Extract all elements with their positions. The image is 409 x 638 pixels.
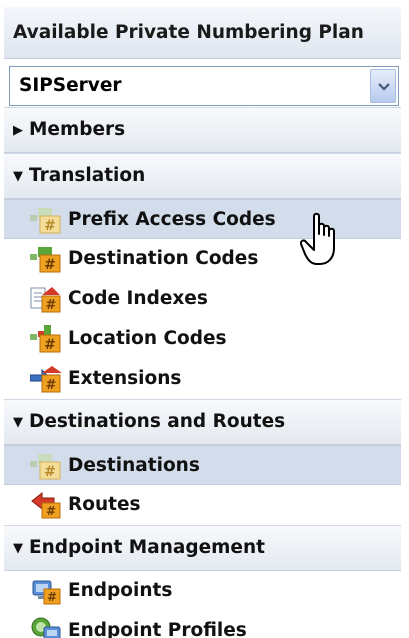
nav-item-location-codes[interactable]: # Location Codes: [4, 319, 401, 359]
destination-code-icon: #: [30, 247, 61, 273]
nav-item-label: Destinations: [68, 455, 200, 476]
extension-icon: #: [30, 366, 62, 393]
hand-cursor-icon: [300, 212, 335, 265]
destination-icon: #: [30, 454, 61, 480]
collapsed-arrow-icon: ▶: [13, 123, 23, 138]
nav-item-label: Endpoints: [68, 580, 173, 601]
panel-title: Available Private Numbering Plan: [4, 7, 401, 59]
nav-item-endpoints[interactable]: # Endpoints: [4, 571, 401, 611]
section-endpoint-management-label: Endpoint Management: [29, 537, 265, 558]
svg-text:#: #: [44, 257, 56, 273]
section-translation-label: Translation: [29, 165, 146, 186]
section-translation[interactable]: ▼ Translation: [4, 153, 401, 199]
section-endpoint-management[interactable]: ▼ Endpoint Management: [4, 525, 401, 571]
section-destinations-routes-label: Destinations and Routes: [29, 411, 286, 432]
nav-item-code-indexes[interactable]: # Code Indexes: [4, 279, 401, 319]
section-members-label: Members: [29, 119, 126, 140]
plan-select-value: SIPServer: [19, 75, 122, 96]
nav-item-routes[interactable]: # Routes: [4, 485, 401, 525]
section-destinations-routes[interactable]: ▼ Destinations and Routes: [4, 399, 401, 445]
expanded-arrow-icon: ▼: [13, 541, 23, 556]
endpoint-icon: #: [32, 580, 61, 605]
svg-text:#: #: [46, 298, 57, 313]
nav-item-label: Extensions: [68, 368, 182, 389]
prefix-code-icon: #: [30, 208, 61, 234]
code-index-icon: #: [30, 287, 61, 313]
nav-item-label: Endpoint Profiles: [68, 620, 247, 638]
nav-item-destinations[interactable]: # Destinations: [4, 445, 401, 485]
svg-text:#: #: [44, 337, 56, 353]
nav-item-label: Location Codes: [68, 328, 227, 349]
section-members[interactable]: ▶ Members: [4, 107, 401, 153]
numbering-plan-panel: Available Private Numbering Plan SIPServ…: [0, 0, 409, 638]
nav-item-label: Code Indexes: [68, 288, 208, 309]
svg-text:#: #: [44, 464, 56, 480]
nav-item-endpoint-profiles[interactable]: Endpoint Profiles: [4, 611, 401, 638]
endpoint-profile-icon: [31, 617, 61, 638]
chevron-down-icon[interactable]: [370, 69, 396, 103]
svg-text:#: #: [47, 590, 57, 604]
expanded-arrow-icon: ▼: [13, 415, 23, 430]
nav-item-label: Prefix Access Codes: [68, 209, 276, 230]
svg-text:#: #: [46, 504, 56, 518]
nav-item-label: Destination Codes: [68, 248, 259, 269]
expanded-arrow-icon: ▼: [13, 169, 23, 184]
location-code-icon: #: [30, 325, 61, 353]
svg-text:#: #: [44, 218, 56, 234]
nav-item-label: Routes: [68, 494, 141, 515]
route-icon: #: [31, 491, 61, 519]
numbering-plan-select[interactable]: SIPServer: [9, 66, 399, 106]
nav-item-extensions[interactable]: # Extensions: [4, 359, 401, 399]
svg-text:#: #: [46, 378, 57, 393]
